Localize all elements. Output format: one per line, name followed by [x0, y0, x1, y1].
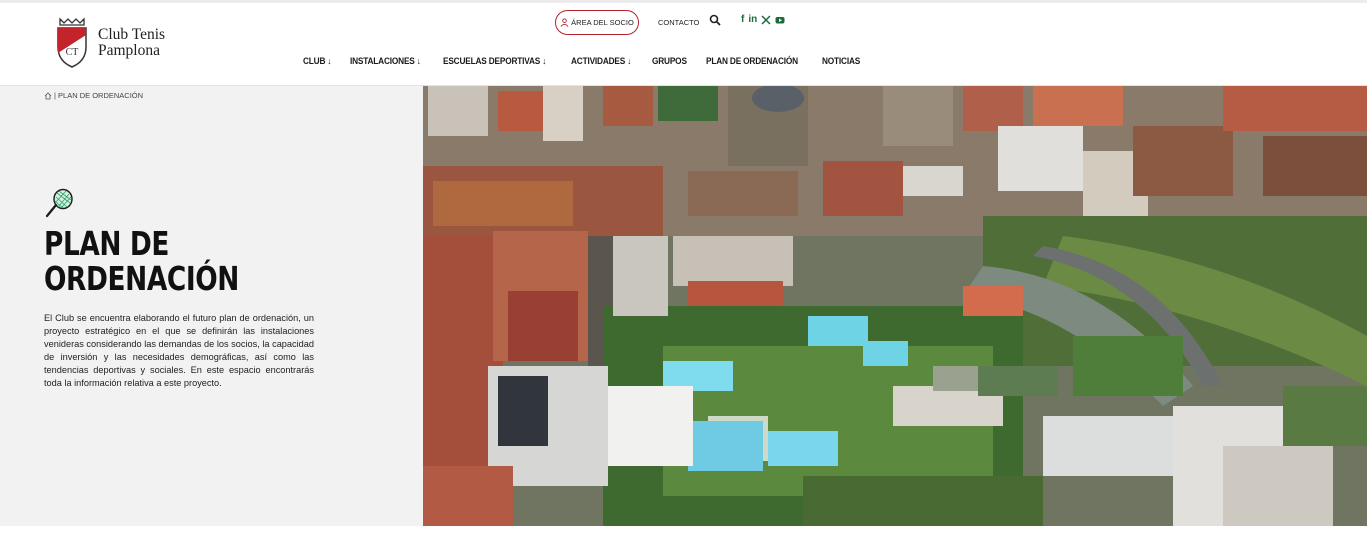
home-icon[interactable] — [44, 91, 52, 100]
club-logo[interactable]: CT Club Tenis Pamplona — [56, 17, 165, 69]
tennis-racket-icon — [45, 188, 73, 218]
nav-item-instalaciones[interactable]: INSTALACIONES ↓ — [350, 56, 421, 66]
youtube-icon[interactable] — [775, 15, 785, 25]
breadcrumb: | PLAN DE ORDENACIÓN — [44, 91, 143, 100]
club-name-line2: Pamplona — [98, 42, 160, 59]
member-area-label: ÁREA DEL SOCIO — [571, 18, 634, 27]
hero-text-panel: | PLAN DE ORDENACIÓN PLAN DE ORDENACIÓN … — [0, 86, 423, 526]
nav-item-escuelas-deportivas[interactable]: ESCUELAS DEPORTIVAS ↓ — [443, 56, 546, 66]
contact-link[interactable]: CONTACTO — [658, 18, 699, 27]
breadcrumb-current: | PLAN DE ORDENACIÓN — [54, 91, 144, 100]
nav-item-noticias[interactable]: NOTICIAS — [822, 56, 860, 66]
page-bottom-strip — [0, 526, 1367, 539]
facebook-icon[interactable]: f — [741, 15, 744, 25]
aerial-photo — [423, 86, 1367, 526]
nav-item-actividades[interactable]: ACTIVIDADES ↓ — [571, 56, 631, 66]
page-description: El Club se encuentra elaborando el futur… — [44, 313, 314, 388]
club-name-line1: Club Tenis — [98, 26, 166, 43]
club-name: Club Tenis Pamplona — [98, 27, 165, 59]
aerial-city-image — [423, 86, 1367, 526]
x-icon[interactable] — [761, 15, 771, 25]
club-crest-icon: CT — [57, 17, 87, 68]
page-title: PLAN DE ORDENACIÓN — [44, 224, 239, 298]
linkedin-icon[interactable]: in — [748, 15, 757, 25]
user-icon — [560, 18, 569, 27]
member-area-button[interactable]: ÁREA DEL SOCIO — [555, 10, 639, 35]
nav-item-plan-de-ordenacion[interactable]: PLAN DE ORDENACIÓN — [706, 56, 798, 66]
main-nav: CLUB ↓ INSTALACIONES ↓ ESCUELAS DEPORTIV… — [303, 56, 863, 66]
site-header: CT Club Tenis Pamplona ÁREA DEL SOCIO CO… — [0, 3, 1367, 86]
nav-item-grupos[interactable]: GRUPOS — [652, 56, 687, 66]
search-icon[interactable] — [709, 14, 721, 26]
svg-text:CT: CT — [66, 47, 79, 58]
social-links: f in — [741, 15, 785, 25]
nav-item-club[interactable]: CLUB ↓ — [303, 56, 332, 66]
